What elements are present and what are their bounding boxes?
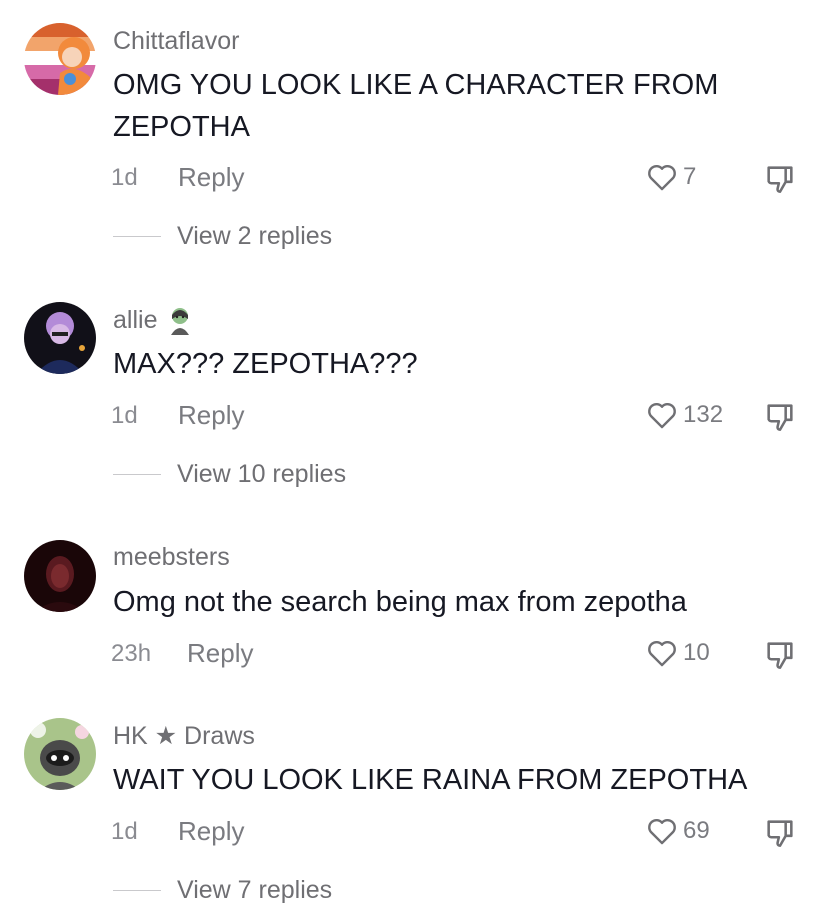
divider-line: [113, 890, 161, 891]
comment-text: WAIT YOU LOOK LIKE RAINA FROM ZEPOTHA: [113, 764, 748, 796]
comment-username[interactable]: HK ★ Draws: [113, 721, 255, 751]
comment-item: HK ★ Draws WAIT YOU LOOK LIKE RAINA FROM…: [0, 0, 828, 915]
like-count: 69: [683, 817, 710, 844]
avatar[interactable]: [24, 718, 96, 790]
view-replies-button[interactable]: View 7 replies: [113, 876, 332, 905]
dislike-button[interactable]: [763, 816, 797, 855]
heart-outline-icon: [648, 819, 676, 845]
username-text[interactable]: HK ★ Draws: [113, 721, 255, 751]
like-button[interactable]: 69: [645, 814, 710, 848]
reply-button[interactable]: Reply: [178, 816, 244, 847]
view-replies-label[interactable]: View 7 replies: [177, 876, 332, 905]
thumbs-down-outline-icon: [767, 820, 793, 848]
comment-timestamp: 1d: [111, 818, 138, 845]
